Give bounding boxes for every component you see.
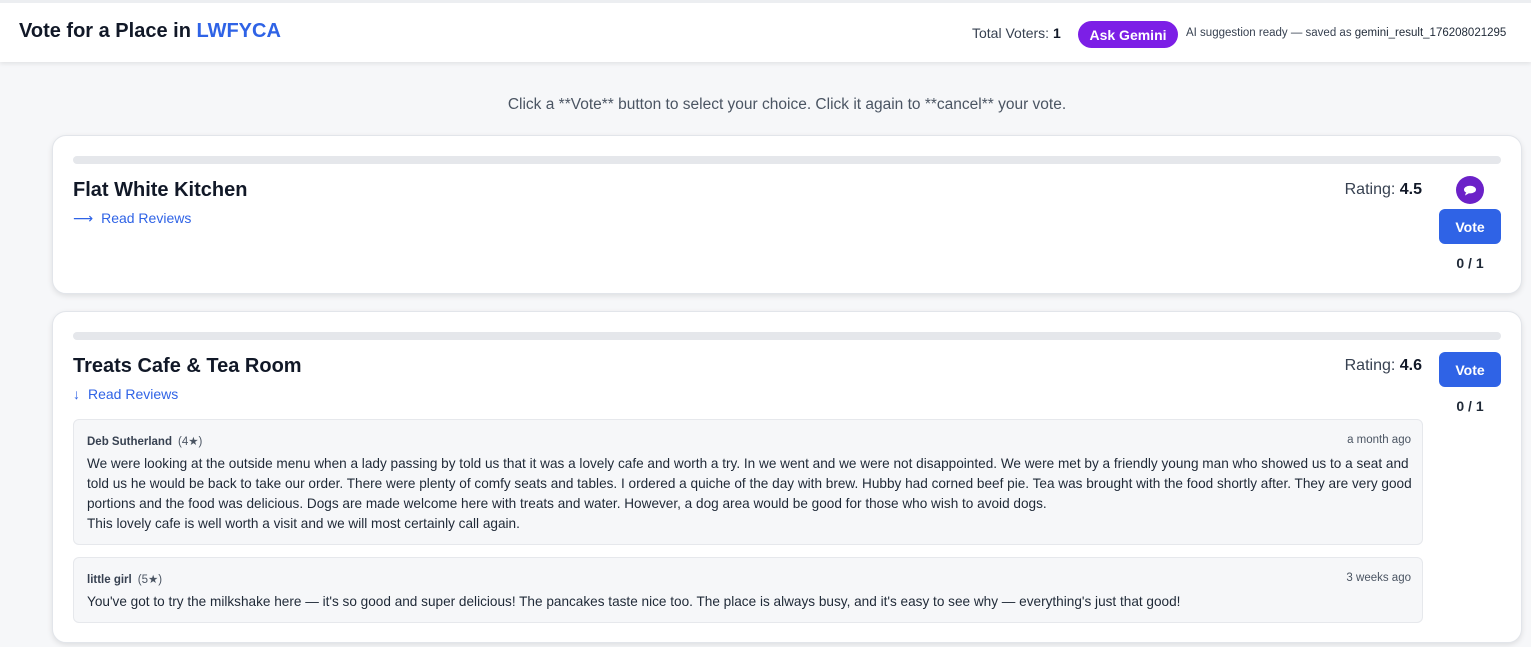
title-prefix: Vote for a Place in: [19, 20, 197, 42]
review-text: You've got to try the milkshake here — i…: [87, 594, 1181, 609]
vote-progress-bar: [73, 332, 1501, 340]
rating-label: Rating:: [1344, 357, 1400, 374]
review-author-name: Deb Sutherland: [87, 436, 172, 448]
total-voters: Total Voters: 1: [972, 25, 1061, 41]
ai-status-text: AI suggestion ready — saved as gemini_re…: [1186, 27, 1506, 39]
arrow-down-icon: ↓: [73, 386, 80, 402]
review-author: Deb Sutherland (4★): [87, 434, 202, 448]
vote-count: 0 / 1: [1456, 398, 1484, 414]
vote-progress-bar: [73, 156, 1501, 164]
review-time: a month ago: [1347, 434, 1411, 446]
ai-status-label: AI suggestion ready — saved as: [1186, 27, 1355, 39]
review-time: 3 weeks ago: [1346, 572, 1411, 584]
review-item: little girl (5★) 3 weeks ago You've got t…: [73, 557, 1423, 623]
rating-value: 4.6: [1399, 357, 1422, 374]
vote-button[interactable]: Vote: [1439, 352, 1501, 387]
vote-button[interactable]: Vote: [1439, 209, 1501, 244]
review-text: We were looking at the outside menu when…: [87, 456, 1412, 531]
review-author: little girl (5★): [87, 572, 162, 586]
ai-suggestion-icon[interactable]: [1456, 176, 1484, 204]
read-reviews-label: Read Reviews: [101, 210, 192, 226]
place-card: Treats Cafe & Tea Room ↓ Read Reviews Rat…: [52, 311, 1522, 643]
page-title: Vote for a Place in LWFYCA: [19, 20, 281, 43]
rating-label: Rating:: [1344, 181, 1400, 198]
review-item: Deb Sutherland (4★) a month ago We were l…: [73, 419, 1423, 545]
review-stars: (5★): [137, 574, 163, 586]
voters-label: Total Voters:: [972, 25, 1053, 41]
review-stars: (4★): [177, 436, 203, 448]
ask-gemini-button[interactable]: Ask Gemini: [1078, 21, 1178, 48]
review-author-name: little girl: [87, 574, 132, 586]
vote-count: 0 / 1: [1456, 255, 1484, 271]
room-code: LWFYCA: [196, 20, 281, 42]
place-rating: Rating: 4.5: [1345, 181, 1422, 199]
place-card: Flat White Kitchen ⟶ Read Reviews Rating:…: [52, 135, 1522, 294]
arrow-right-icon: ⟶: [73, 210, 94, 226]
speech-bubble-icon: [1464, 185, 1476, 195]
read-reviews-link[interactable]: ↓ Read Reviews: [73, 386, 178, 402]
read-reviews-label: Read Reviews: [88, 386, 179, 402]
place-name: Flat White Kitchen: [73, 179, 248, 201]
ai-result-filename: gemini_result_176208021295: [1354, 27, 1507, 39]
read-reviews-link[interactable]: ⟶ Read Reviews: [73, 210, 191, 227]
top-bar: Vote for a Place in LWFYCA Total Voters:…: [0, 0, 1531, 62]
rating-value: 4.5: [1399, 181, 1422, 198]
instructions: Click a **Vote** button to select your c…: [507, 96, 1067, 113]
place-name: Treats Cafe & Tea Room: [73, 355, 302, 377]
place-rating: Rating: 4.6: [1345, 357, 1422, 375]
voters-count: 1: [1052, 25, 1061, 41]
